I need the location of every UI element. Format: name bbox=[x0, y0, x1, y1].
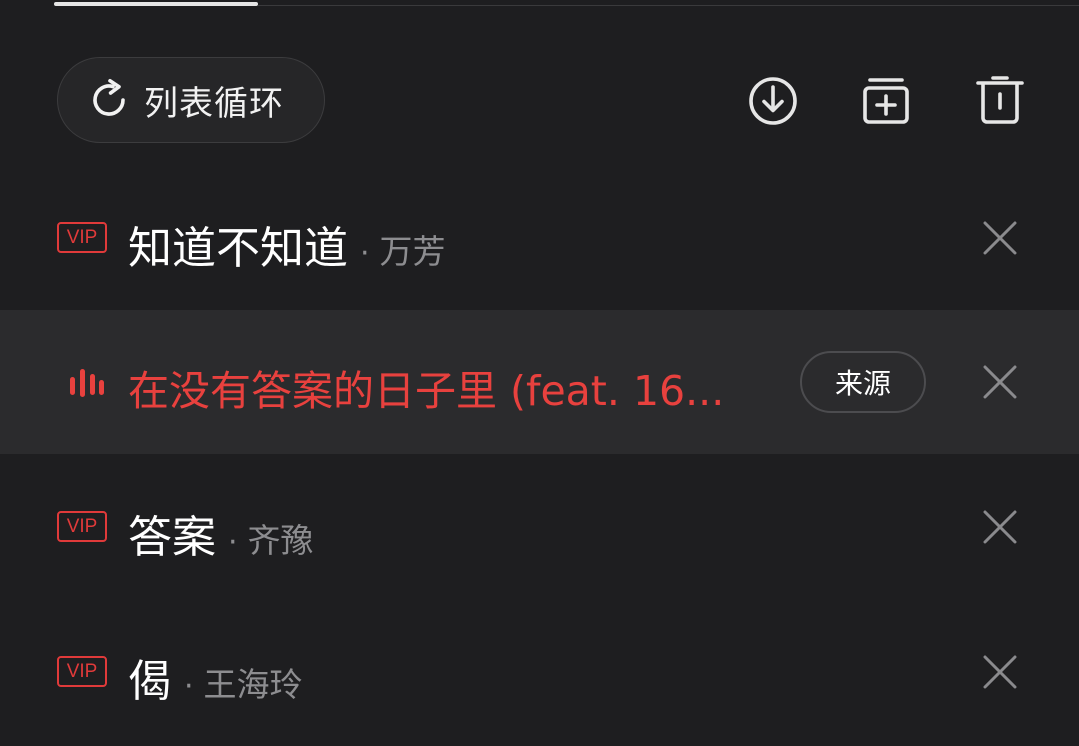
source-button[interactable]: 来源 bbox=[800, 351, 926, 413]
song-artist: 万芳 bbox=[379, 232, 446, 271]
loop-mode-button[interactable]: 列表循环 bbox=[57, 57, 325, 143]
loop-mode-label: 列表循环 bbox=[144, 83, 284, 124]
song-text: 答案 · 齐豫 bbox=[128, 501, 314, 565]
tab-strip bbox=[0, 0, 1079, 8]
close-icon[interactable] bbox=[978, 650, 1022, 694]
song-title: 答案 bbox=[128, 512, 216, 563]
artist-separator: · bbox=[360, 236, 370, 271]
song-artist: 王海玲 bbox=[203, 665, 303, 704]
tab-divider bbox=[258, 5, 1079, 6]
repeat-icon bbox=[86, 77, 132, 123]
trash-icon bbox=[976, 76, 1024, 124]
download-icon bbox=[749, 77, 797, 125]
artist-separator: · bbox=[228, 525, 238, 560]
playlist-item[interactable]: VIP 答案 · 齐豫 bbox=[0, 454, 1079, 598]
add-to-playlist-button[interactable] bbox=[859, 74, 913, 128]
close-icon[interactable] bbox=[978, 216, 1022, 260]
vip-badge: VIP bbox=[57, 222, 107, 253]
song-text: 知道不知道 · 万芳 bbox=[128, 212, 446, 276]
now-playing-title: 在没有答案的日子里 (feat. 16... bbox=[128, 367, 725, 415]
artist-separator: · bbox=[184, 669, 194, 704]
now-playing-bars-icon bbox=[70, 369, 104, 397]
playlist-item[interactable]: VIP 知道不知道 · 万芳 bbox=[0, 166, 1079, 310]
song-title: 偈 bbox=[128, 656, 172, 707]
song-text: 偈 · 王海玲 bbox=[128, 645, 303, 709]
playlist-item[interactable]: VIP 偈 · 王海玲 bbox=[0, 598, 1079, 742]
song-title: 知道不知道 bbox=[128, 223, 348, 274]
playlist-item-now-playing[interactable]: 在没有答案的日子里 (feat. 16... 来源 bbox=[0, 310, 1079, 454]
download-button[interactable] bbox=[746, 74, 800, 128]
clear-playlist-button[interactable] bbox=[973, 74, 1027, 128]
close-icon[interactable] bbox=[978, 505, 1022, 549]
active-tab-underline bbox=[54, 2, 258, 6]
vip-badge: VIP bbox=[57, 511, 107, 542]
close-icon[interactable] bbox=[978, 360, 1022, 404]
add-to-playlist-icon bbox=[863, 78, 909, 124]
vip-badge: VIP bbox=[57, 656, 107, 687]
song-artist: 齐豫 bbox=[247, 521, 314, 560]
